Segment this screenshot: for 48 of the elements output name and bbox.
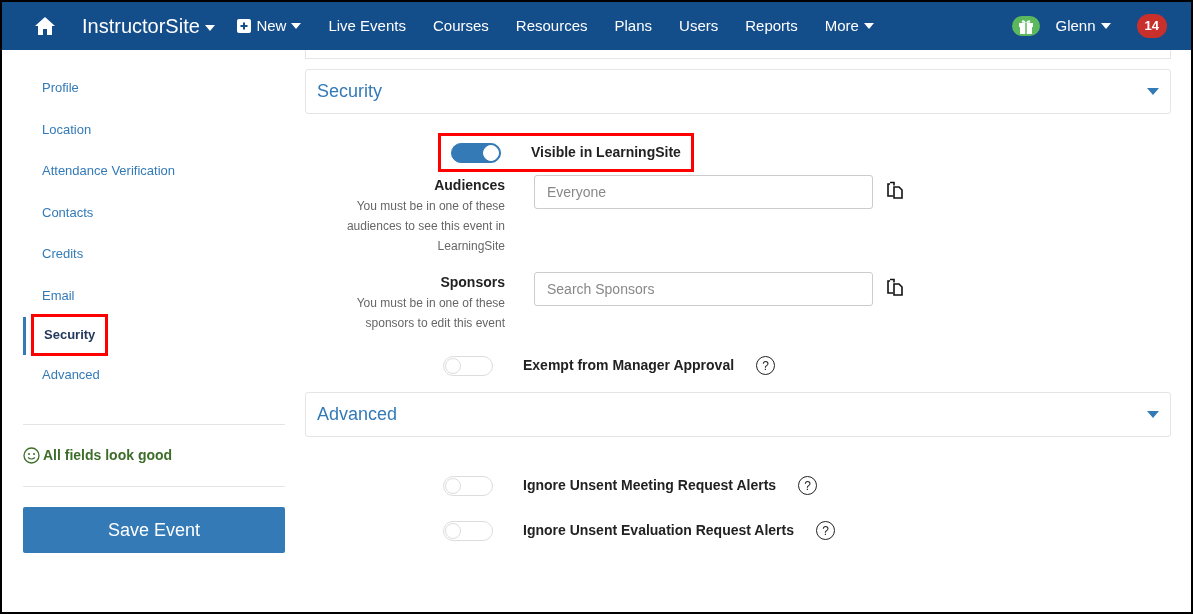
sidebar-item[interactable]: Attendance Verification <box>23 151 285 191</box>
nav-link[interactable]: Plans <box>614 14 653 38</box>
field-label: Sponsors <box>439 273 505 292</box>
nav-link[interactable]: New <box>237 14 302 38</box>
caret-icon <box>1147 411 1159 418</box>
field-hint: You must be in one of these sponsors to edit this event <box>355 295 505 332</box>
caret-icon <box>863 23 874 29</box>
sidebar-item[interactable]: Contacts <box>23 192 285 232</box>
plus-square-icon <box>237 19 252 33</box>
home-icon[interactable] <box>34 16 56 36</box>
notification-count[interactable]: 14 <box>1136 14 1167 38</box>
nav-link[interactable]: Resources <box>515 14 588 38</box>
input-field[interactable]: Search Sponsors <box>534 272 873 306</box>
toggle-switch[interactable] <box>451 142 501 163</box>
status-message: All fields look good <box>43 446 173 465</box>
toggle-label: Ignore Unsent Evaluation Request Alerts <box>523 521 794 540</box>
nav-link[interactable]: Users <box>679 14 719 38</box>
field-label: Audiences <box>433 176 505 195</box>
section-title: Advanced <box>317 403 398 426</box>
caret-icon <box>291 23 302 29</box>
section-title: Security <box>317 80 383 103</box>
caret-icon <box>205 24 216 31</box>
section-header[interactable]: Security <box>305 69 1171 114</box>
sidebar-item[interactable]: Credits <box>23 234 285 274</box>
sidebar-item[interactable]: Email <box>23 275 285 315</box>
nav-link[interactable]: More <box>824 14 874 38</box>
sidebar-item[interactable]: Security <box>34 317 106 353</box>
input-field[interactable]: Everyone <box>534 175 873 209</box>
toggle-label: Ignore Unsent Meeting Request Alerts <box>523 476 777 495</box>
field-hint: You must be in one of these audiences to see this event in LearningSite <box>345 198 505 255</box>
toggle-label: Visible in LearningSite <box>531 143 681 162</box>
clipboard-icon[interactable] <box>886 180 906 200</box>
sidebar-item[interactable]: Advanced <box>23 354 285 394</box>
nav-link[interactable]: Reports <box>745 14 798 38</box>
caret-icon <box>1100 23 1111 29</box>
toggle-label: Exempt from Manager Approval <box>523 356 735 375</box>
nav-link[interactable]: Live Events <box>328 14 406 38</box>
save-event-button[interactable]: Save Event <box>23 507 285 553</box>
section-header[interactable]: Advanced <box>305 392 1171 437</box>
gift-icon[interactable] <box>1011 16 1040 36</box>
caret-icon <box>1147 88 1159 95</box>
sidebar-item[interactable]: Profile <box>23 68 285 108</box>
smiley-icon <box>23 447 40 464</box>
nav-link[interactable]: Courses <box>432 14 489 38</box>
brand-menu[interactable]: InstructorSite <box>82 11 216 41</box>
user-menu[interactable]: Glenn <box>1055 14 1111 38</box>
sidebar-item[interactable]: Location <box>23 109 285 149</box>
clipboard-icon[interactable] <box>886 277 906 297</box>
